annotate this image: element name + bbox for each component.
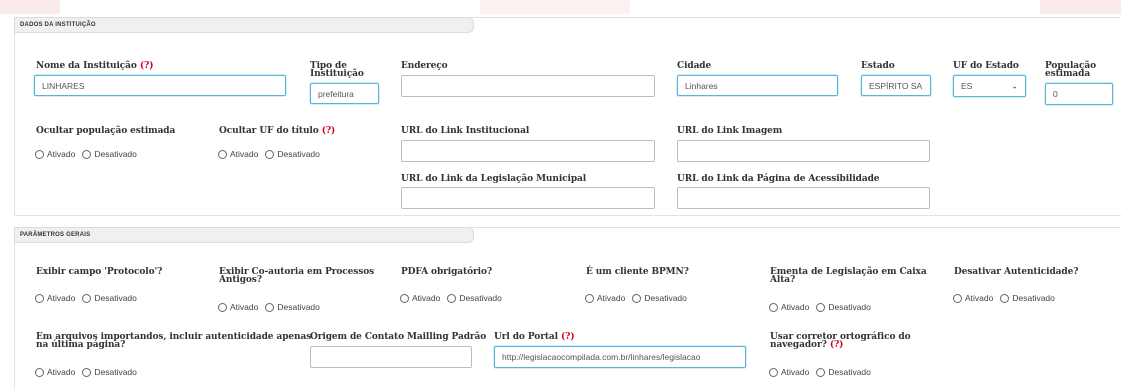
radio-desativado[interactable]: Desativado xyxy=(265,302,320,312)
header-decoration xyxy=(480,0,630,14)
general-section-title: PARÂMETROS GERAIS xyxy=(14,227,474,243)
nome-label: Nome da Instituição (?) xyxy=(36,61,154,71)
pdfa-label: PDFA obrigatório? xyxy=(401,267,493,277)
radio-desativado[interactable]: Desativado xyxy=(816,302,871,312)
radio-icon xyxy=(816,367,826,377)
radio-ativado[interactable]: Ativado xyxy=(35,367,75,377)
ocultar-pop-radio-group: Ativado Desativado xyxy=(35,149,144,159)
radio-icon xyxy=(35,367,44,377)
radio-desativado[interactable]: Desativado xyxy=(82,367,137,377)
radio-icon xyxy=(82,293,92,303)
uf-label: UF do Estado xyxy=(953,61,1019,71)
bpmn-radio-group: Ativado Desativado xyxy=(585,293,694,303)
origem-input[interactable] xyxy=(310,346,472,368)
help-link[interactable]: (?) xyxy=(561,332,575,342)
estado-input[interactable]: ESPÍRITO SA xyxy=(861,75,931,96)
radio-icon xyxy=(632,293,642,303)
radio-ativado[interactable]: Ativado xyxy=(769,367,809,377)
autenticidade-radio-group: Ativado Desativado xyxy=(953,293,1062,303)
radio-desativado[interactable]: Desativado xyxy=(816,367,871,377)
tipo-label: Tipo de Instituição xyxy=(310,61,364,79)
cidade-label: Cidade xyxy=(677,61,712,71)
help-link[interactable]: (?) xyxy=(830,340,844,350)
radio-ativado[interactable]: Ativado xyxy=(35,293,75,303)
radio-icon xyxy=(447,293,457,303)
help-link[interactable]: (?) xyxy=(140,61,154,71)
coautoria-label: Exibir Co-autoria em Processos Antigos? xyxy=(219,267,375,285)
radio-icon xyxy=(82,367,92,377)
radio-desativado[interactable]: Desativado xyxy=(82,293,137,303)
radio-icon xyxy=(35,293,44,303)
corretor-label: Usar corretor ortográfico do navegador? (… xyxy=(770,332,911,350)
radio-ativado[interactable]: Ativado xyxy=(953,293,993,303)
ocultar-uf-radio-group: Ativado Desativado xyxy=(218,149,327,159)
radio-icon xyxy=(585,293,594,303)
header-decoration xyxy=(1040,0,1121,14)
populacao-label: População estimada xyxy=(1045,61,1097,79)
url-inst-input[interactable] xyxy=(401,140,655,162)
radio-desativado[interactable]: Desativado xyxy=(82,149,137,159)
corretor-radio-group: Ativado Desativado xyxy=(769,367,878,377)
bpmn-label: É um cliente BPMN? xyxy=(586,267,689,277)
radio-icon xyxy=(769,302,778,312)
radio-icon xyxy=(816,302,826,312)
radio-desativado[interactable]: Desativado xyxy=(632,293,687,303)
radio-icon xyxy=(769,367,778,377)
radio-icon xyxy=(35,149,44,159)
autenticidade-label: Desativar Autenticidade? xyxy=(954,267,1079,277)
radio-icon xyxy=(1000,293,1010,303)
help-link[interactable]: (?) xyxy=(322,126,336,136)
portal-input[interactable]: http://legislacaocompilada.com.br/linhar… xyxy=(494,346,746,368)
nome-input[interactable]: LINHARES xyxy=(34,75,286,96)
tipo-input[interactable]: prefeitura xyxy=(310,83,379,104)
endereco-label: Endereço xyxy=(401,61,448,71)
radio-icon xyxy=(82,149,92,159)
radio-icon xyxy=(953,293,962,303)
populacao-input[interactable]: 0 xyxy=(1045,83,1113,105)
url-img-label: URL do Link Imagem xyxy=(677,126,783,136)
radio-desativado[interactable]: Desativado xyxy=(447,293,502,303)
radio-icon xyxy=(265,302,275,312)
uf-select[interactable]: ES ⌄ xyxy=(953,75,1026,97)
ementa-radio-group: Ativado Desativado xyxy=(769,302,878,312)
url-img-input[interactable] xyxy=(677,140,930,162)
ocultar-pop-label: Ocultar população estimada xyxy=(36,126,176,136)
radio-ativado[interactable]: Ativado xyxy=(400,293,440,303)
radio-ativado[interactable]: Ativado xyxy=(218,149,258,159)
radio-icon xyxy=(218,149,227,159)
url-leg-input[interactable] xyxy=(401,187,655,209)
arquivos-radio-group: Ativado Desativado xyxy=(35,367,144,377)
url-acess-input[interactable] xyxy=(677,187,930,209)
url-leg-label: URL do Link da Legislação Municipal xyxy=(401,174,587,184)
coautoria-radio-group: Ativado Desativado xyxy=(218,302,327,312)
radio-icon xyxy=(218,302,227,312)
origem-label: Origem de Contato Mailling Padrão xyxy=(310,332,487,342)
chevron-down-icon: ⌄ xyxy=(1011,81,1018,91)
radio-icon xyxy=(400,293,409,303)
radio-ativado[interactable]: Ativado xyxy=(585,293,625,303)
url-acess-label: URL do Link da Página de Acessibilidade xyxy=(677,174,880,184)
url-inst-label: URL do Link Institucional xyxy=(401,126,530,136)
radio-icon xyxy=(265,149,275,159)
cidade-input[interactable]: Linhares xyxy=(677,75,838,96)
endereco-input[interactable] xyxy=(401,75,655,97)
ementa-label: Ementa de Legislação em Caixa Alta? xyxy=(770,267,927,285)
arquivos-label: Em arquivos importandos, incluir autenti… xyxy=(36,332,312,350)
institution-section-title: DADOS DA INSTITUIÇÃO xyxy=(14,17,474,33)
radio-desativado[interactable]: Desativado xyxy=(1000,293,1055,303)
protocolo-label: Exibir campo 'Protocolo'? xyxy=(36,267,163,277)
radio-ativado[interactable]: Ativado xyxy=(769,302,809,312)
pdfa-radio-group: Ativado Desativado xyxy=(400,293,509,303)
ocultar-uf-label: Ocultar UF do título (?) xyxy=(219,126,336,136)
header-decoration xyxy=(0,0,60,14)
radio-ativado[interactable]: Ativado xyxy=(218,302,258,312)
radio-ativado[interactable]: Ativado xyxy=(35,149,75,159)
estado-label: Estado xyxy=(861,61,895,71)
radio-desativado[interactable]: Desativado xyxy=(265,149,320,159)
portal-label: Url do Portal (?) xyxy=(494,332,575,342)
protocolo-radio-group: Ativado Desativado xyxy=(35,293,144,303)
